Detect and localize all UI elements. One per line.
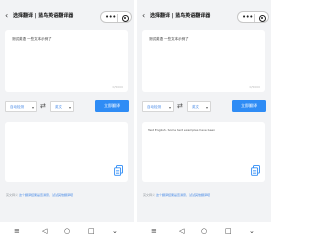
footer-link[interactable]: 这个翻译结果是否满意，试试其他翻译吧 bbox=[156, 193, 210, 197]
menu-icon[interactable]: ≡ bbox=[14, 227, 20, 235]
dropdown-arrow-icon: ▾ bbox=[31, 105, 34, 110]
input-textarea[interactable]: 测试英语 一些文本示例了 bbox=[12, 37, 52, 42]
target-language-select[interactable]: 英文 ▾ bbox=[187, 101, 211, 112]
source-language-label: 自动检测 bbox=[147, 105, 161, 109]
recents-icon[interactable]: □ bbox=[225, 227, 232, 235]
down-chevron-icon[interactable]: ⌄ bbox=[112, 227, 118, 235]
footer-link[interactable]: 这个翻译结果是否满意，试试其他翻译吧 bbox=[19, 193, 73, 197]
dropdown-arrow-icon: ▾ bbox=[68, 105, 71, 110]
dropdown-arrow-icon: ▾ bbox=[205, 105, 208, 110]
source-language-select[interactable]: 自动检测 ▾ bbox=[142, 101, 174, 112]
mini-program-capsule: ••• bbox=[237, 11, 269, 23]
menu-icon[interactable]: ≡ bbox=[151, 227, 157, 235]
target-language-label: 英文 bbox=[192, 105, 199, 109]
copy-icon[interactable] bbox=[251, 165, 260, 176]
target-language-label: 英文 bbox=[55, 105, 62, 109]
swap-icon[interactable]: ⇄ bbox=[40, 102, 46, 110]
output-card: Test English. Some text examples have be… bbox=[142, 122, 265, 182]
chevron-left-icon[interactable]: ‹ bbox=[5, 12, 8, 20]
home-icon[interactable]: ○ bbox=[201, 227, 207, 235]
more-icon[interactable]: ••• bbox=[105, 14, 116, 21]
output-card bbox=[5, 122, 128, 182]
footer-note: 英文释义 这个翻译结果是否满意，试试其他翻译吧 bbox=[143, 193, 210, 197]
output-text: Test English. Some text examples have be… bbox=[148, 128, 216, 132]
dropdown-arrow-icon: ▾ bbox=[168, 105, 171, 110]
input-card[interactable]: 测试英语 一些文本示例了 0/5000 bbox=[142, 30, 265, 92]
input-textarea[interactable]: 测试英语 一些文本示例了 bbox=[149, 37, 189, 42]
system-nav-bar: ≡ ◁ ○ □ ⌄ bbox=[0, 222, 134, 241]
system-nav-bar: ≡ ◁ ○ □ ⌄ bbox=[137, 222, 271, 241]
capsule-divider bbox=[117, 14, 118, 22]
translate-button[interactable]: 立即翻译 bbox=[95, 100, 129, 112]
swap-icon[interactable]: ⇄ bbox=[177, 102, 183, 110]
close-target-icon[interactable] bbox=[122, 14, 129, 22]
translate-controls: 自动检测 ▾ ⇄ 英文 ▾ 立即翻译 bbox=[5, 99, 129, 113]
footer-prefix: 英文释义 bbox=[6, 193, 19, 197]
phone-screen-left: ‹ 选择翻译 | 蓝鸟英语翻译器 ••• 测试英语 一些文本示例了 0/5000… bbox=[0, 0, 134, 241]
back-triangle-icon[interactable]: ◁ bbox=[179, 227, 184, 235]
char-counter: 0/5000 bbox=[112, 85, 123, 89]
chevron-left-icon[interactable]: ‹ bbox=[142, 12, 145, 20]
source-language-select[interactable]: 自动检测 ▾ bbox=[5, 101, 37, 112]
char-counter: 0/5000 bbox=[249, 85, 260, 89]
capsule-divider bbox=[254, 14, 255, 22]
footer-note: 英文释义 这个翻译结果是否满意，试试其他翻译吧 bbox=[6, 193, 73, 197]
mini-program-capsule: ••• bbox=[100, 11, 132, 23]
recents-icon[interactable]: □ bbox=[88, 227, 95, 235]
phone-screen-right: ‹ 选择翻译 | 蓝鸟英语翻译器 ••• 测试英语 一些文本示例了 0/5000… bbox=[137, 0, 271, 241]
source-language-label: 自动检测 bbox=[10, 105, 24, 109]
home-icon[interactable]: ○ bbox=[64, 227, 70, 235]
target-language-select[interactable]: 英文 ▾ bbox=[50, 101, 74, 112]
copy-icon[interactable] bbox=[114, 165, 123, 176]
down-chevron-icon[interactable]: ⌄ bbox=[249, 227, 255, 235]
input-card[interactable]: 测试英语 一些文本示例了 0/5000 bbox=[5, 30, 128, 92]
nav-bar: ‹ 选择翻译 | 蓝鸟英语翻译器 ••• bbox=[0, 7, 134, 27]
more-icon[interactable]: ••• bbox=[242, 14, 253, 21]
translate-button[interactable]: 立即翻译 bbox=[232, 100, 266, 112]
footer-prefix: 英文释义 bbox=[143, 193, 156, 197]
translate-controls: 自动检测 ▾ ⇄ 英文 ▾ 立即翻译 bbox=[142, 99, 266, 113]
page-title: 选择翻译 | 蓝鸟英语翻译器 bbox=[150, 13, 211, 19]
nav-bar: ‹ 选择翻译 | 蓝鸟英语翻译器 ••• bbox=[137, 7, 271, 27]
close-target-icon[interactable] bbox=[259, 14, 266, 22]
back-triangle-icon[interactable]: ◁ bbox=[42, 227, 47, 235]
page-title: 选择翻译 | 蓝鸟英语翻译器 bbox=[13, 13, 74, 19]
